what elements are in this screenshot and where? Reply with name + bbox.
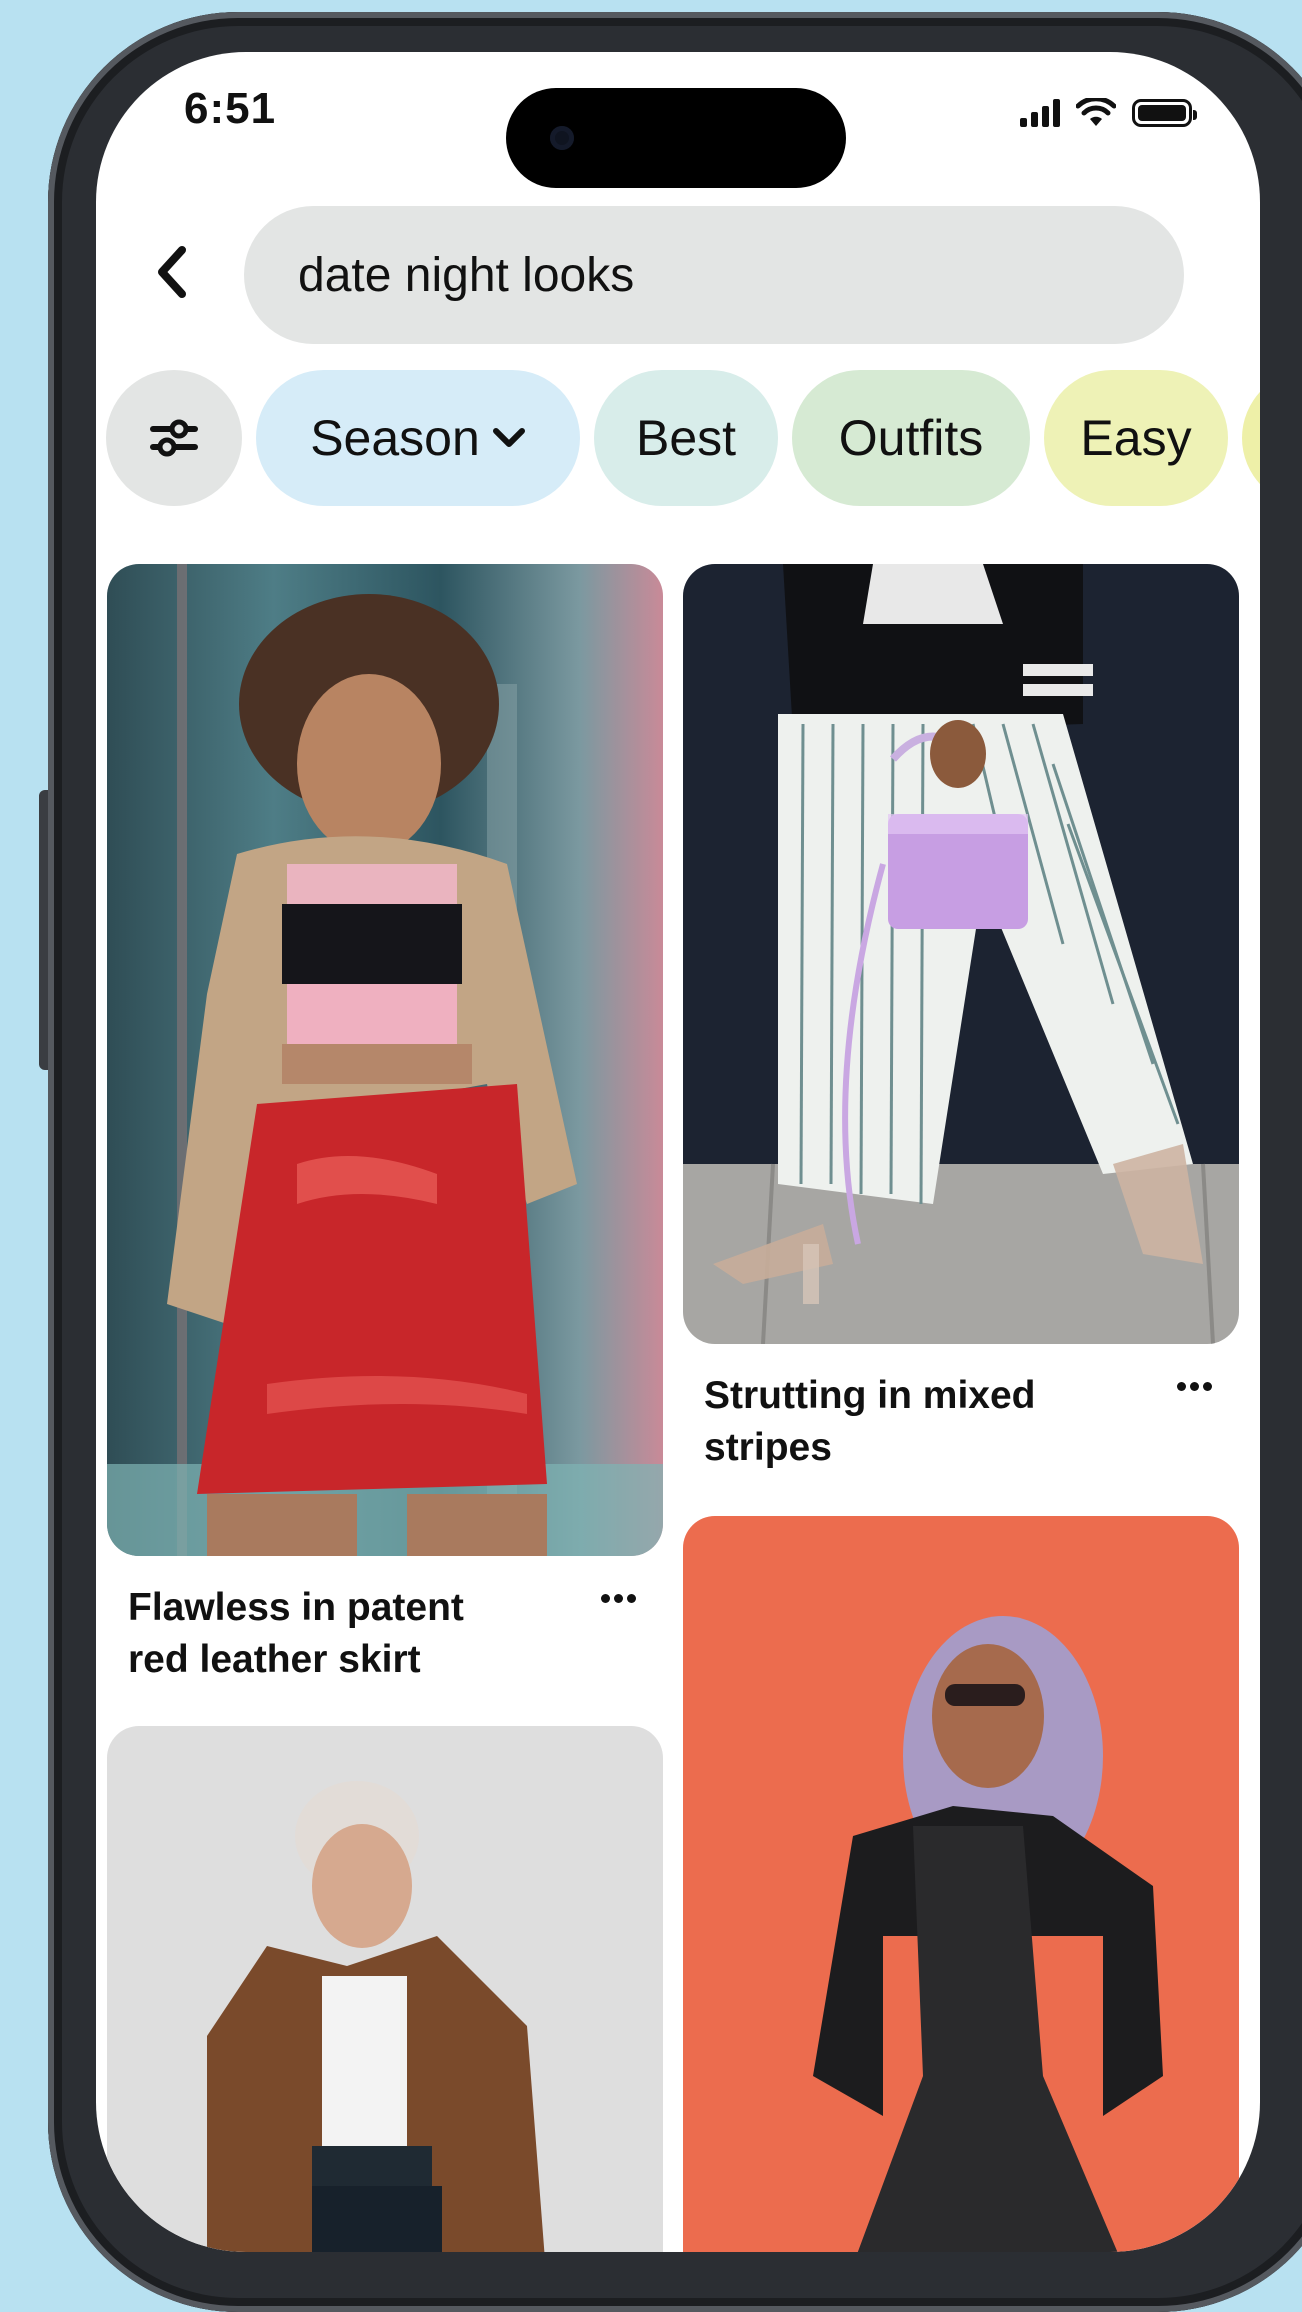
search-bar[interactable]	[244, 206, 1184, 344]
status-icons	[1020, 98, 1197, 128]
pin-image-mixed-stripes[interactable]	[683, 564, 1239, 1344]
chevron-down-icon	[492, 426, 526, 450]
dynamic-island	[506, 88, 846, 188]
back-button[interactable]	[142, 232, 202, 312]
wifi-icon	[1076, 98, 1116, 126]
filter-button[interactable]	[106, 370, 242, 506]
chip-best[interactable]: Best	[594, 370, 778, 506]
status-time: 6:51	[184, 84, 277, 133]
more-options-button[interactable]	[588, 1578, 648, 1618]
chip-easy[interactable]: Easy	[1044, 370, 1228, 506]
chip-partial[interactable]	[1242, 370, 1260, 506]
cellular-signal-icon	[1020, 99, 1060, 127]
chip-label: Outfits	[838, 410, 984, 466]
chip-season[interactable]: Season	[256, 370, 580, 506]
pin-image-brown-jacket[interactable]	[107, 1726, 663, 2252]
search-input[interactable]	[296, 246, 1184, 304]
pin-image-orange-wall[interactable]	[683, 1516, 1239, 2252]
sliders-icon	[150, 419, 198, 457]
more-options-button[interactable]	[1164, 1366, 1224, 1406]
chip-label: Best	[635, 410, 737, 466]
camera-icon	[550, 126, 574, 150]
chip-label: Easy	[1080, 410, 1192, 466]
pin-title-red-skirt[interactable]: Flawless in patent red leather skirt	[128, 1582, 508, 1686]
filter-chips: Season Best Outfits Easy	[106, 370, 1260, 510]
chip-outfits[interactable]: Outfits	[792, 370, 1030, 506]
chevron-left-icon	[158, 246, 186, 298]
phone-screen: 6:51 Season	[96, 52, 1260, 2252]
pin-title-mixed-stripes[interactable]: Strutting in mixed stripes	[704, 1370, 1084, 1474]
battery-icon	[1132, 99, 1197, 127]
pin-image-red-skirt[interactable]	[107, 564, 663, 1556]
chip-label: Season	[310, 410, 480, 466]
